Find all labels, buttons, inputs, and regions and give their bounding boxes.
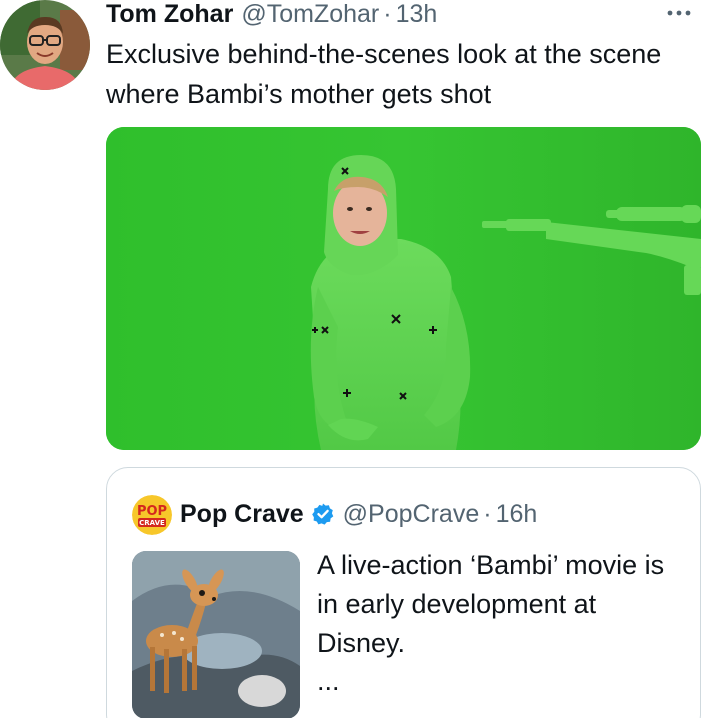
tweet-header: Tom Zohar @TomZohar · 13h — [106, 0, 437, 32]
more-dots-icon — [667, 10, 691, 16]
verified-badge-icon — [311, 503, 333, 525]
bambi-cartoon-thumbnail — [132, 551, 300, 718]
separator-dot: · — [483, 499, 492, 528]
quoted-author-name[interactable]: Pop Crave — [180, 500, 304, 529]
green-screen-photo — [106, 127, 701, 450]
tweet-time[interactable]: 13h — [396, 0, 438, 29]
logo-text-crave: CRAVE — [139, 519, 165, 527]
quoted-author-handle[interactable]: @PopCrave — [343, 500, 480, 529]
quoted-tweet-time[interactable]: 16h — [496, 500, 538, 529]
author-avatar[interactable] — [0, 0, 90, 90]
logo-text-pop: POP — [137, 504, 167, 519]
author-handle[interactable]: @TomZohar — [241, 0, 379, 29]
tweet-media[interactable] — [106, 127, 701, 450]
more-options-button[interactable] — [664, 2, 694, 24]
popcrave-logo[interactable]: POP CRAVE — [132, 495, 172, 535]
quoted-tweet-text: A live-action ‘Bambi’ movie is in early … — [317, 550, 665, 658]
person-avatar-icon — [0, 0, 90, 90]
author-name[interactable]: Tom Zohar — [106, 0, 233, 29]
quoted-text-ellipsis: ... — [317, 666, 340, 696]
tweet-text: Exclusive behind-the-scenes look at the … — [106, 39, 662, 109]
separator-dot: · — [383, 0, 392, 28]
pop-crave-logo-icon: POP CRAVE — [132, 495, 172, 535]
quoted-media-thumbnail[interactable] — [132, 551, 300, 718]
quoted-tweet-header: Pop Crave @PopCrave · 16h — [180, 496, 537, 532]
quoted-tweet-card[interactable]: POP CRAVE Pop Crave @PopCrave · 16h A li… — [106, 467, 701, 718]
